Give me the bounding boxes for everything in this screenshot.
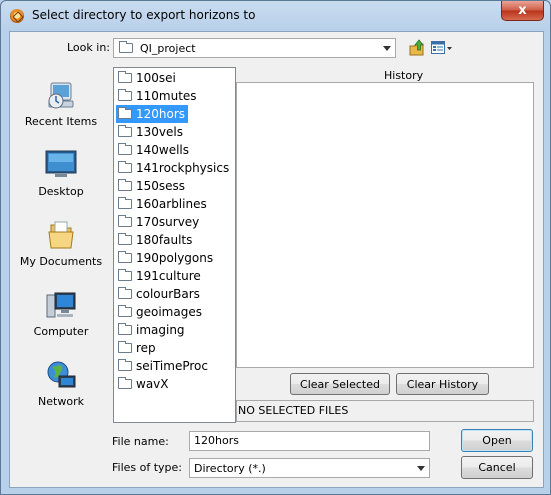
sidebar-item-label: Desktop	[38, 185, 84, 198]
history-list[interactable]	[236, 82, 534, 368]
desktop-icon	[45, 149, 77, 181]
list-item[interactable]: geoimages	[116, 303, 205, 321]
list-item[interactable]: colourBars	[116, 285, 203, 303]
list-item[interactable]: 140wells	[116, 141, 192, 159]
file-type-value: Directory (*.)	[194, 462, 266, 475]
folder-list[interactable]: 100sei 110mutes 120hors 130vels 140wells 141r…	[113, 67, 236, 423]
selected-files-status: NO SELECTED FILES	[236, 400, 534, 422]
list-item[interactable]: 130vels	[116, 123, 186, 141]
clear-selected-button[interactable]: Clear Selected	[290, 373, 390, 395]
list-item[interactable]: 120hors	[116, 105, 189, 123]
sidebar-item-label: Recent Items	[24, 115, 98, 128]
up-folder-button[interactable]	[408, 38, 426, 58]
list-item[interactable]: 141rockphysics	[116, 159, 232, 177]
folder-icon	[118, 304, 132, 317]
look-in-value: QI_project	[140, 42, 196, 55]
folder-icon	[118, 178, 132, 191]
folder-icon	[118, 286, 132, 299]
sidebar-item-desktop[interactable]: Desktop	[10, 149, 112, 198]
folder-name: 190polygons	[136, 251, 214, 265]
open-button[interactable]: Open	[461, 429, 533, 452]
look-in-combo[interactable]: QI_project	[113, 38, 396, 58]
places-sidebar: Recent Items Desktop My Documents Comput…	[10, 67, 112, 427]
sidebar-item-recent[interactable]: Recent Items	[10, 79, 112, 128]
sidebar-item-label: My Documents	[19, 255, 103, 268]
list-item[interactable]: seiTimeProc	[116, 357, 211, 375]
folder-name: colourBars	[136, 287, 200, 301]
chevron-down-icon	[417, 466, 425, 471]
sidebar-item-label: Computer	[33, 325, 89, 338]
sidebar-item-network[interactable]: Network	[10, 359, 112, 408]
folder-name: 120hors	[136, 107, 186, 121]
folder-icon	[118, 358, 132, 371]
folder-icon	[118, 214, 132, 227]
folder-icon	[118, 142, 132, 155]
folder-name: 130vels	[136, 125, 183, 139]
view-menu-icon	[431, 41, 452, 54]
history-title: History	[384, 69, 424, 82]
clear-history-button[interactable]: Clear History	[396, 373, 489, 395]
folder-icon	[118, 268, 132, 281]
cancel-button[interactable]: Cancel	[461, 456, 533, 479]
dialog-body: Look in: QI_project Recent Items Desktop…	[9, 31, 544, 488]
folder-name: 141rockphysics	[136, 161, 230, 175]
title-bar[interactable]: Select directory to export horizons to x	[1, 1, 550, 31]
folder-name: geoimages	[136, 305, 202, 319]
folder-name: rep	[136, 341, 156, 355]
folder-icon	[118, 70, 132, 83]
folder-icon	[118, 376, 132, 389]
list-item[interactable]: 180faults	[116, 231, 195, 249]
list-item[interactable]: 150sess	[116, 177, 188, 195]
list-item[interactable]: 110mutes	[116, 87, 200, 105]
dialog-window: Select directory to export horizons to x…	[0, 0, 551, 495]
close-button[interactable]: x	[501, 1, 544, 21]
folder-name: 140wells	[136, 143, 190, 157]
list-item[interactable]: 191culture	[116, 267, 204, 285]
folder-name: seiTimeProc	[136, 359, 208, 373]
folder-name: imaging	[136, 323, 185, 337]
chevron-down-icon	[383, 46, 391, 51]
recent-items-icon	[45, 79, 77, 111]
folder-name: 160arblines	[136, 197, 207, 211]
folder-name: 100sei	[136, 71, 176, 85]
file-name-label: File name:	[112, 435, 169, 448]
network-icon	[45, 359, 77, 391]
folder-icon	[118, 340, 132, 353]
folder-icon	[118, 124, 132, 137]
folder-icon	[118, 232, 132, 245]
folder-icon	[118, 106, 132, 119]
folder-name: wavX	[136, 377, 169, 391]
view-menu-button[interactable]	[430, 38, 454, 58]
list-item[interactable]: wavX	[116, 375, 172, 393]
folder-icon	[119, 41, 133, 53]
folder-name: 170survey	[136, 215, 200, 229]
computer-icon	[45, 289, 77, 321]
list-item[interactable]: rep	[116, 339, 159, 357]
folder-icon	[118, 88, 132, 101]
app-icon	[10, 9, 24, 23]
file-type-combo[interactable]: Directory (*.)	[189, 458, 430, 478]
folder-name: 180faults	[136, 233, 193, 247]
list-item[interactable]: 170survey	[116, 213, 202, 231]
list-item[interactable]: 100sei	[116, 69, 179, 87]
folder-icon	[118, 160, 132, 173]
folder-name: 191culture	[136, 269, 201, 283]
list-item[interactable]: imaging	[116, 321, 188, 339]
sidebar-item-computer[interactable]: Computer	[10, 289, 112, 338]
folder-icon	[118, 196, 132, 209]
list-item[interactable]: 190polygons	[116, 249, 216, 267]
my-documents-icon	[45, 219, 77, 251]
up-folder-icon	[409, 39, 424, 56]
sidebar-item-my-documents[interactable]: My Documents	[10, 219, 112, 268]
file-type-label: Files of type:	[112, 461, 183, 474]
file-name-input[interactable]: 120hors	[189, 431, 430, 451]
window-title: Select directory to export horizons to	[32, 8, 256, 22]
folder-icon	[118, 250, 132, 263]
folder-icon	[118, 322, 132, 335]
sidebar-item-label: Network	[38, 395, 84, 408]
list-item[interactable]: 160arblines	[116, 195, 210, 213]
folder-name: 150sess	[136, 179, 186, 193]
look-in-label: Look in:	[67, 41, 110, 54]
folder-name: 110mutes	[136, 89, 197, 103]
